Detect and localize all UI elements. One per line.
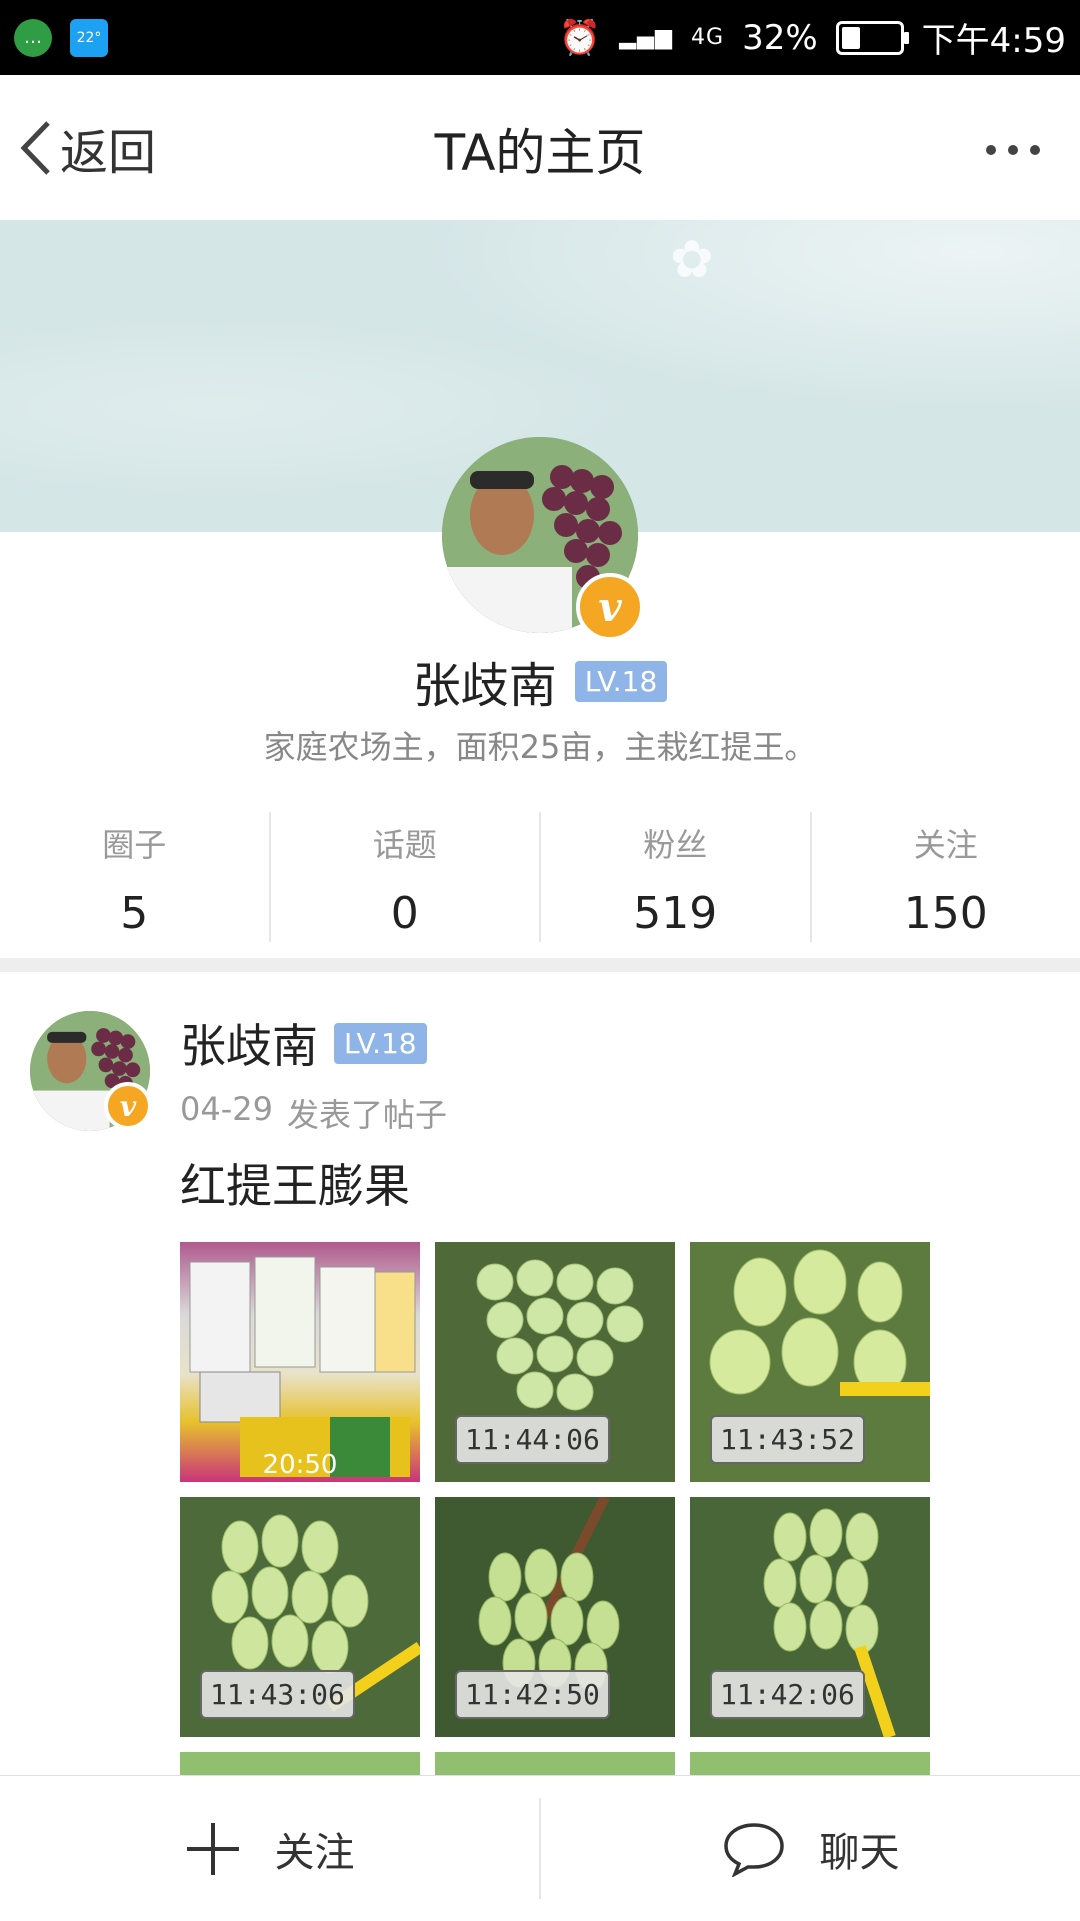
video-duration: 20:50 [180,1450,420,1480]
post-author-row: 张歧南 LV.18 [180,1010,427,1076]
post-image-thumbnail[interactable] [180,1752,420,1776]
photo-timestamp: 11:43:52 [710,1415,865,1464]
post-image-thumbnail[interactable]: 11:42:50 [435,1497,675,1737]
profile-bio: 家庭农场主，面积25亩，主栽红提王。 [0,722,1080,768]
chat-label: 聊天 [820,1820,900,1878]
pesticide-packets-image [180,1242,420,1482]
photo-timestamp: 11:42:06 [710,1670,865,1719]
post-author-name[interactable]: 张歧南 [180,1010,318,1076]
stat-value: 0 [271,888,540,939]
dot-icon [1030,145,1040,155]
alarm-icon: ⏰ [559,18,601,58]
stat-fans[interactable]: 粉丝 519 [541,812,812,942]
bottom-action-bar: 关注 聊天 [0,1775,1080,1921]
stat-topics[interactable]: 话题 0 [271,812,542,942]
photo-timestamp: 11:43:06 [200,1670,355,1719]
weather-temp: 22° [77,30,102,46]
battery-percent: 32% [742,18,818,58]
stat-label: 关注 [812,820,1080,866]
photo-timestamp: 11:44:06 [455,1415,610,1464]
signal-icon: ▂▄▆ [619,25,673,50]
battery-fill [842,27,860,49]
post-image-thumbnail[interactable]: 11:44:06 [435,1242,675,1482]
post-image-thumbnail[interactable]: 11:43:06 [180,1497,420,1737]
flower-decoration-icon: ✿ [670,230,714,290]
post-image-thumbnail[interactable] [435,1752,675,1776]
post-image-thumbnail[interactable] [690,1752,930,1776]
level-badge: LV.18 [575,661,668,702]
section-divider [0,958,1080,972]
post-title[interactable]: 红提王膨果 [180,1150,410,1216]
status-bar: … 22° ⏰ ▂▄▆ 4G 32% 下午4:59 [0,0,1080,75]
profile-stats: 圈子 5 话题 0 粉丝 519 关注 150 [0,812,1080,942]
weather-icon: 22° [70,19,108,57]
dot-icon [986,145,996,155]
post-image-row-partial [180,1752,930,1776]
wechat-icon: … [14,19,52,57]
dot-icon [1008,145,1018,155]
profile-name-row: 张歧南 LV.18 [0,646,1080,716]
title-bar: 返回 TA的主页 [0,75,1080,221]
battery-icon [836,21,904,55]
post-action: 发表了帖子 [287,1090,447,1136]
more-options-button[interactable] [986,145,1040,155]
post-image-thumbnail[interactable]: 11:43:52 [690,1242,930,1482]
stat-value: 519 [541,888,810,939]
profile-name: 张歧南 [413,646,557,716]
follow-label: 关注 [275,1820,355,1878]
verified-badge-icon: v [104,1082,152,1130]
post-video-thumbnail[interactable]: 20:50 [180,1242,420,1482]
stat-circles[interactable]: 圈子 5 [0,812,271,942]
post-image-thumbnail[interactable]: 11:42:06 [690,1497,930,1737]
stat-label: 圈子 [0,820,269,866]
stat-value: 150 [812,888,1080,939]
follow-button[interactable]: 关注 [0,1776,539,1921]
network-type: 4G [691,25,724,50]
stat-label: 粉丝 [541,820,810,866]
page-title: TA的主页 [0,113,1080,185]
stat-value: 5 [0,888,269,939]
post-date: 04-29 [180,1090,273,1136]
chat-button[interactable]: 聊天 [541,1776,1080,1921]
post-meta: 04-29 发表了帖子 [180,1090,447,1136]
plus-icon [185,1821,241,1877]
clock: 下午4:59 [922,13,1066,62]
level-badge: LV.18 [334,1023,427,1064]
stat-label: 话题 [271,820,540,866]
photo-timestamp: 11:42:50 [455,1670,610,1719]
verified-badge-icon: v [576,573,644,641]
chat-bubble-icon [722,1821,786,1877]
stat-following[interactable]: 关注 150 [812,812,1080,942]
post-image-grid: 20:50 11:44:06 11:43:52 [180,1242,930,1737]
